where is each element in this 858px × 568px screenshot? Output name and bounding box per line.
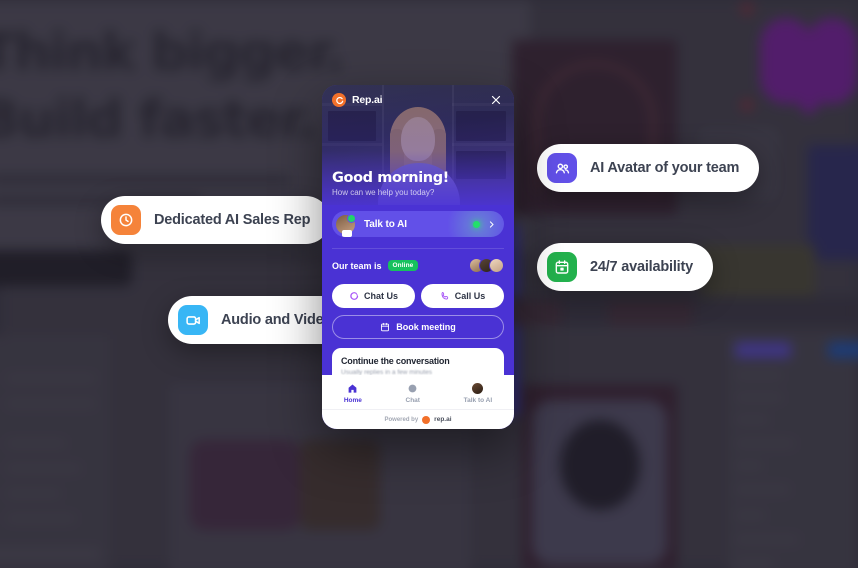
talk-to-ai-label: Talk to AI (364, 218, 407, 230)
talk-to-ai-button[interactable]: Talk to AI (332, 211, 504, 237)
nav-item-talk-to-ai[interactable]: Talk to AI (463, 382, 493, 404)
feature-pill-label: Audio and Video (221, 312, 333, 328)
widget-brand: Rep.ai (332, 93, 383, 107)
powered-by-text: Powered by (384, 416, 419, 423)
feature-pill-label: AI Avatar of your team (590, 160, 740, 176)
talk-to-ai-status (473, 220, 496, 229)
call-us-button[interactable]: Call Us (421, 284, 504, 308)
avatar (489, 258, 504, 273)
nav-item-home[interactable]: Home (344, 383, 362, 404)
home-icon (348, 383, 357, 393)
clock-icon (111, 205, 141, 235)
book-meeting-button[interactable]: Book meeting (332, 315, 504, 339)
avatar (335, 213, 356, 237)
continue-conversation-title: Continue the conversation (341, 356, 450, 366)
nav-label-home: Home (343, 396, 362, 404)
close-icon[interactable] (488, 92, 504, 108)
rep-ai-logo-icon (422, 415, 431, 424)
calendar-icon (547, 252, 577, 282)
avatar-icon (472, 382, 484, 394)
screenshot-stage: Think bigger. Build faster. Dedicated AI… (0, 0, 858, 568)
nav-label-chat: Chat (405, 396, 420, 404)
feature-pill-24-7-availability[interactable]: 24/7 availability (537, 243, 713, 291)
video-badge-icon (342, 229, 352, 237)
team-status-text: Our team is (332, 260, 382, 271)
rep-ai-logo-icon (332, 93, 346, 107)
call-us-label: Call Us (454, 291, 486, 301)
online-dot-icon (473, 220, 480, 228)
feature-pill-dedicated-ai-sales-rep[interactable]: Dedicated AI Sales Rep (101, 196, 331, 244)
divider (332, 248, 504, 249)
feature-pill-label: Dedicated AI Sales Rep (154, 212, 311, 228)
team-status-row: Our team is Online (332, 258, 504, 273)
chat-bubble-icon (408, 384, 417, 392)
widget-greeting: Good morning! How can we help you today? (332, 170, 504, 197)
widget-top-bar: Rep.ai (322, 85, 514, 115)
team-avatar-group (469, 258, 504, 273)
feature-pill-ai-avatar-of-your-team[interactable]: AI Avatar of your team (537, 144, 760, 192)
rep-ai-chat-widget: Rep.ai Good morning! How can we help you… (322, 85, 514, 429)
widget-video-preview[interactable]: Rep.ai Good morning! How can we help you… (322, 85, 514, 205)
phone-icon (441, 291, 448, 300)
chat-us-label: Chat Us (363, 291, 398, 301)
powered-by-brand: rep.ai (434, 416, 452, 423)
nav-item-chat[interactable]: Chat (406, 383, 420, 404)
feature-pill-label: 24/7 availability (590, 259, 693, 275)
greeting-subtitle: How can we help you today? (332, 188, 435, 197)
status-badge: Online (387, 260, 419, 271)
greeting-title: Good morning! (332, 170, 449, 186)
nav-label-talk-to-ai: Talk to AI (463, 396, 493, 404)
chat-us-button[interactable]: Chat Us (332, 284, 415, 308)
quick-actions-row: Chat Us Call Us (332, 284, 504, 308)
widget-brand-name: Rep.ai (352, 94, 383, 106)
widget-bottom-nav: Home Chat Talk to AI (322, 375, 514, 409)
calendar-icon (381, 322, 390, 332)
chat-bubble-icon (350, 292, 359, 300)
users-icon (547, 153, 577, 183)
powered-by-footer: Powered by rep.ai (322, 409, 514, 429)
book-meeting-label: Book meeting (396, 322, 456, 332)
chevron-right-icon (489, 220, 494, 228)
video-camera-icon (178, 305, 208, 335)
